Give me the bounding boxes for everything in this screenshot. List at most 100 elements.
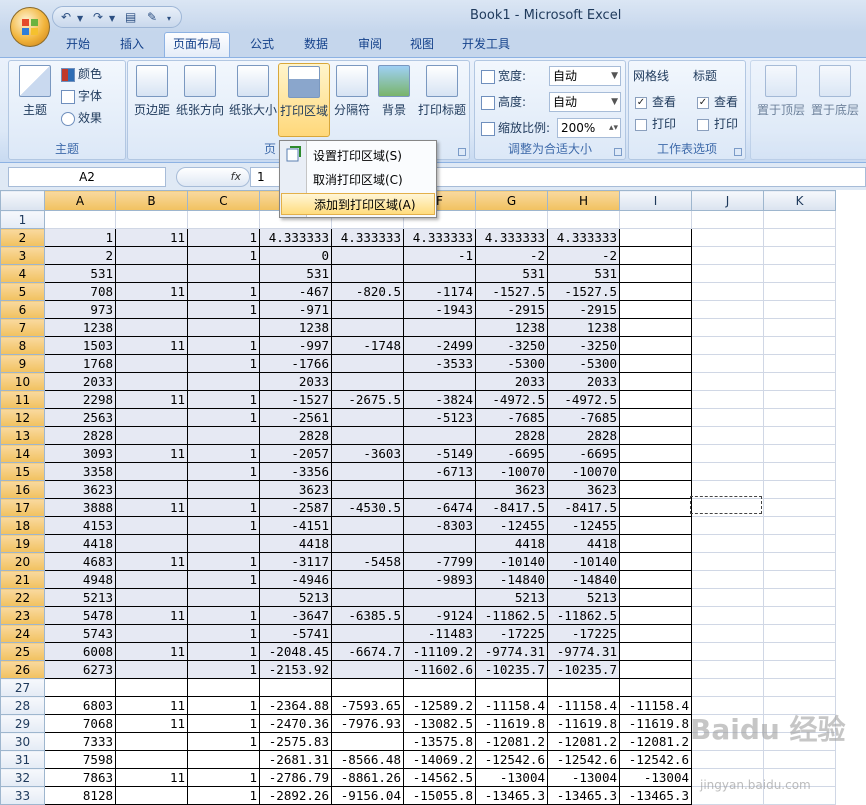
cell[interactable]: [187, 210, 260, 229]
cell[interactable]: [547, 210, 620, 229]
cell[interactable]: [763, 282, 836, 301]
cell[interactable]: [691, 660, 764, 679]
cell[interactable]: [763, 480, 836, 499]
cell[interactable]: -2048.45: [259, 642, 332, 661]
cell[interactable]: [691, 300, 764, 319]
cell[interactable]: [187, 264, 260, 283]
cell[interactable]: 11: [115, 282, 188, 301]
cell[interactable]: 4.333333: [547, 228, 620, 247]
cell[interactable]: [187, 588, 260, 607]
cell[interactable]: 4418: [475, 534, 548, 553]
cell[interactable]: -10140: [475, 552, 548, 571]
cell[interactable]: -2: [547, 246, 620, 265]
cell[interactable]: -9124: [403, 606, 476, 625]
row-header[interactable]: 31: [0, 750, 45, 769]
cell[interactable]: 3623: [44, 480, 116, 499]
column-header-h[interactable]: H: [547, 190, 620, 211]
cell[interactable]: 1238: [44, 318, 116, 337]
cell[interactable]: -10070: [475, 462, 548, 481]
office-button[interactable]: [10, 7, 50, 47]
row-header[interactable]: 33: [0, 786, 45, 805]
cell[interactable]: -12081.2: [475, 732, 548, 751]
cell[interactable]: [331, 624, 404, 643]
cell[interactable]: [403, 264, 476, 283]
cell[interactable]: [403, 318, 476, 337]
cell[interactable]: -12589.2: [403, 696, 476, 715]
cell[interactable]: 7068: [44, 714, 116, 733]
cell[interactable]: [187, 480, 260, 499]
print-preview-icon[interactable]: ▤: [125, 10, 136, 24]
row-header[interactable]: 4: [0, 264, 45, 283]
cell[interactable]: -11619.8: [547, 714, 620, 733]
cell[interactable]: -12455: [547, 516, 620, 535]
cell[interactable]: [619, 426, 692, 445]
cell[interactable]: -3533: [403, 354, 476, 373]
cell[interactable]: [115, 246, 188, 265]
cell[interactable]: -3647: [259, 606, 332, 625]
background-button[interactable]: 背景: [374, 65, 414, 118]
cell[interactable]: -2587: [259, 498, 332, 517]
cell[interactable]: 11: [115, 552, 188, 571]
cell[interactable]: 1: [187, 228, 260, 247]
select-all-corner[interactable]: [0, 190, 45, 211]
cell[interactable]: -7976.93: [331, 714, 404, 733]
cell[interactable]: [763, 426, 836, 445]
cell[interactable]: 1: [187, 714, 260, 733]
cell[interactable]: -5149: [403, 444, 476, 463]
cell[interactable]: [619, 210, 692, 229]
cell[interactable]: [691, 588, 764, 607]
cell[interactable]: -2681.31: [259, 750, 332, 769]
cell[interactable]: 3358: [44, 462, 116, 481]
cell[interactable]: [691, 516, 764, 535]
cell[interactable]: [619, 552, 692, 571]
cell[interactable]: -971: [259, 300, 332, 319]
cell[interactable]: -1527: [259, 390, 332, 409]
cell[interactable]: [403, 372, 476, 391]
column-header-g[interactable]: G: [475, 190, 548, 211]
cell[interactable]: [403, 480, 476, 499]
cell[interactable]: 1: [187, 462, 260, 481]
cell[interactable]: -11158.4: [547, 696, 620, 715]
cell[interactable]: [331, 462, 404, 481]
undo-icon[interactable]: ↶: [61, 10, 71, 24]
format-painter-icon[interactable]: ✎: [147, 10, 157, 24]
cell[interactable]: [619, 372, 692, 391]
column-header-b[interactable]: B: [115, 190, 188, 211]
cell[interactable]: -8417.5: [475, 498, 548, 517]
zoom-spinner[interactable]: 200% ▴▾: [557, 118, 621, 138]
cell[interactable]: [619, 588, 692, 607]
cell[interactable]: [115, 462, 188, 481]
cell[interactable]: 2298: [44, 390, 116, 409]
cell[interactable]: -1527.5: [547, 282, 620, 301]
cell[interactable]: 4418: [259, 534, 332, 553]
cell[interactable]: 3093: [44, 444, 116, 463]
row-header[interactable]: 12: [0, 408, 45, 427]
cell[interactable]: 1: [187, 354, 260, 373]
cell[interactable]: [115, 318, 188, 337]
cell[interactable]: -4946: [259, 570, 332, 589]
row-header[interactable]: 29: [0, 714, 45, 733]
row-header[interactable]: 8: [0, 336, 45, 355]
cell[interactable]: [763, 570, 836, 589]
cell[interactable]: 2033: [475, 372, 548, 391]
cell[interactable]: -12081.2: [619, 732, 692, 751]
cell[interactable]: [763, 462, 836, 481]
cell[interactable]: [115, 480, 188, 499]
cell[interactable]: 973: [44, 300, 116, 319]
cell[interactable]: -2470.36: [259, 714, 332, 733]
cell[interactable]: -2892.26: [259, 786, 332, 805]
cell[interactable]: [691, 624, 764, 643]
row-header[interactable]: 10: [0, 372, 45, 391]
cell[interactable]: 2: [44, 246, 116, 265]
cell[interactable]: [691, 570, 764, 589]
cell[interactable]: -7685: [475, 408, 548, 427]
cell[interactable]: -13465.3: [619, 786, 692, 805]
cell[interactable]: [619, 282, 692, 301]
cell[interactable]: [763, 642, 836, 661]
cell[interactable]: -3117: [259, 552, 332, 571]
cell[interactable]: [763, 246, 836, 265]
cell[interactable]: 4.333333: [331, 228, 404, 247]
cell[interactable]: [547, 678, 620, 697]
cell[interactable]: 5213: [44, 588, 116, 607]
orientation-button[interactable]: 纸张方向: [174, 65, 226, 118]
